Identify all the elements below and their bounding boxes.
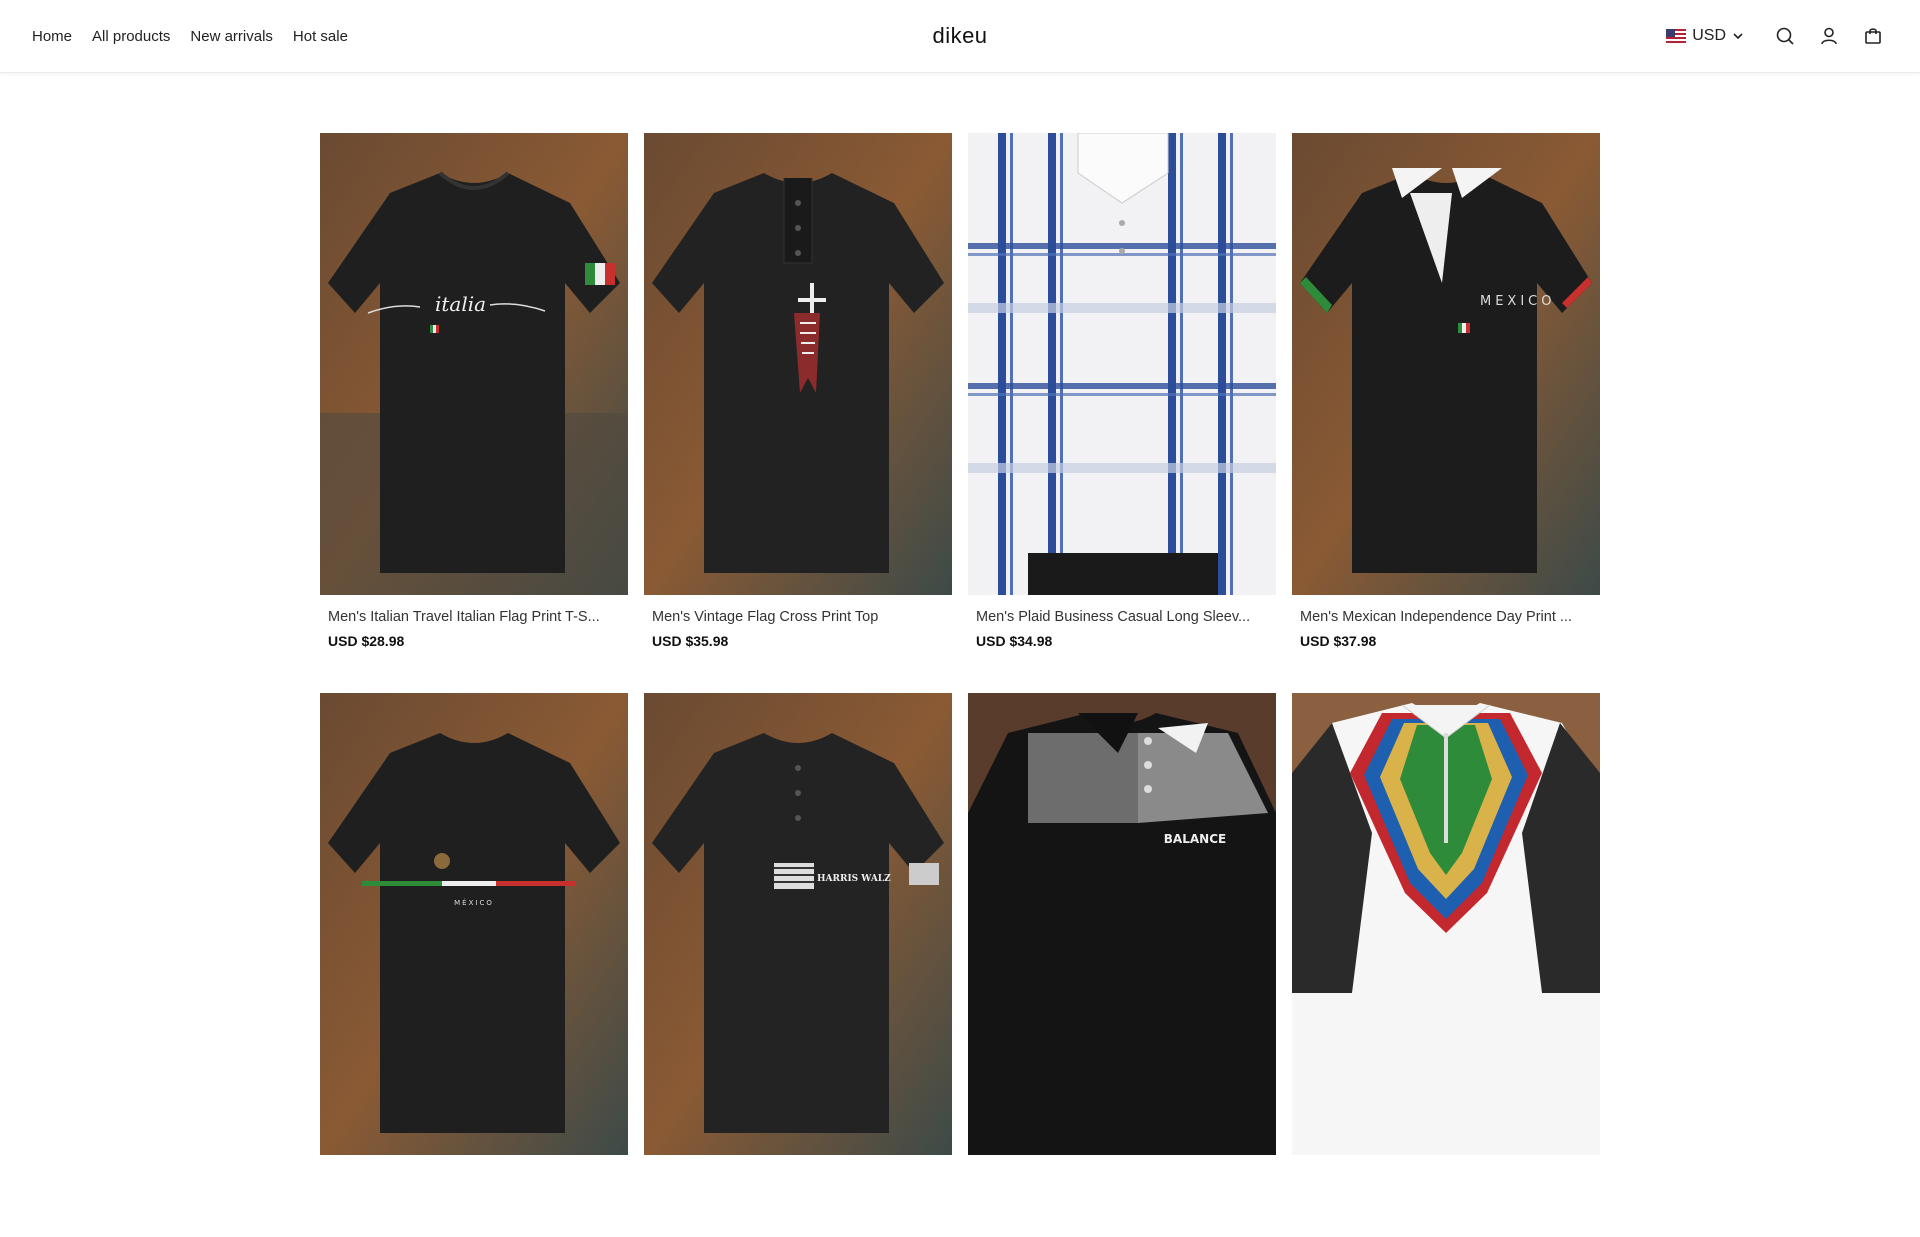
account-icon <box>1821 27 1837 45</box>
product-title[interactable]: Men's Mexican Independence Day Print ... <box>1300 607 1592 627</box>
product-price: USD $34.98 <box>976 633 1053 649</box>
print-text: HARRIS WALZ <box>817 874 891 884</box>
mexico-tshirt-image: MÉXICO <box>320 693 628 1155</box>
black-tshirt-italia-image: italia <box>320 133 628 595</box>
plaid-polo-image <box>968 133 1276 595</box>
product-info <box>968 1155 1276 1237</box>
chevron-down-icon <box>1733 33 1743 40</box>
product-title[interactable]: Men's Italian Travel Italian Flag Print … <box>328 607 620 627</box>
cart-icon <box>1865 28 1881 44</box>
product-image[interactable]: BALANCE <box>968 693 1276 1155</box>
us-flag-icon <box>1666 29 1687 43</box>
site-header: Home All products New arrivals Hot sale … <box>0 0 1920 73</box>
product-card[interactable]: italia Men's Italian Travel Italian Flag… <box>320 133 628 677</box>
product-info <box>644 1155 952 1237</box>
print-text: MEXICO <box>1480 294 1555 309</box>
currency-label: USD <box>1692 27 1726 44</box>
print-text: italia <box>435 292 486 316</box>
nav-all-products[interactable]: All products <box>92 28 170 45</box>
product-card[interactable] <box>1292 693 1600 1237</box>
print-text: BALANCE <box>1164 832 1226 846</box>
product-price: USD $28.98 <box>328 633 405 649</box>
search-button[interactable] <box>1774 25 1796 47</box>
dashiki-polo-image <box>1292 693 1600 1155</box>
product-info <box>320 1155 628 1237</box>
product-image[interactable] <box>644 133 952 595</box>
header-tools: USD <box>1666 0 1884 72</box>
product-info <box>1292 1155 1600 1237</box>
nav-hot-sale[interactable]: Hot sale <box>293 28 348 45</box>
product-image[interactable] <box>1292 693 1600 1155</box>
product-image[interactable] <box>968 133 1276 595</box>
product-card[interactable]: Men's Vintage Flag Cross Print Top USD $… <box>644 133 952 677</box>
product-card[interactable]: MEXICO Men's Mexican Independence Day Pr… <box>1292 133 1600 677</box>
product-title[interactable]: Men's Plaid Business Casual Long Sleev..… <box>976 607 1268 627</box>
balance-polo-image: BALANCE <box>968 693 1276 1155</box>
account-button[interactable] <box>1818 25 1840 47</box>
product-info: Men's Vintage Flag Cross Print Top USD $… <box>644 595 952 677</box>
mexico-polo-image: MEXICO <box>1292 133 1600 595</box>
product-card[interactable]: BALANCE <box>968 693 1276 1237</box>
product-price: USD $37.98 <box>1300 633 1377 649</box>
product-card[interactable]: Men's Plaid Business Casual Long Sleev..… <box>968 133 1276 677</box>
product-image[interactable]: HARRIS WALZ <box>644 693 952 1155</box>
product-info: Men's Plaid Business Casual Long Sleev..… <box>968 595 1276 677</box>
product-grid: italia Men's Italian Travel Italian Flag… <box>320 133 1600 1237</box>
product-info: Men's Mexican Independence Day Print ...… <box>1292 595 1600 677</box>
harris-walz-henley-image: HARRIS WALZ <box>644 693 952 1155</box>
product-title[interactable]: Men's Vintage Flag Cross Print Top <box>652 607 944 627</box>
black-henley-cross-image <box>644 133 952 595</box>
nav-new-arrivals[interactable]: New arrivals <box>190 28 273 45</box>
print-text: MÉXICO <box>454 898 494 907</box>
product-image[interactable]: MÉXICO <box>320 693 628 1155</box>
currency-selector[interactable]: USD <box>1666 27 1744 45</box>
brand-logo[interactable]: dikeu <box>932 23 987 49</box>
product-card[interactable]: HARRIS WALZ <box>644 693 952 1237</box>
nav-home[interactable]: Home <box>32 28 72 45</box>
product-image[interactable]: italia <box>320 133 628 595</box>
product-card[interactable]: MÉXICO <box>320 693 628 1237</box>
main-nav: Home All products New arrivals Hot sale <box>32 0 348 72</box>
product-price: USD $35.98 <box>652 633 729 649</box>
search-icon <box>1776 27 1794 45</box>
product-image[interactable]: MEXICO <box>1292 133 1600 595</box>
product-info: Men's Italian Travel Italian Flag Print … <box>320 595 628 677</box>
cart-button[interactable] <box>1862 25 1884 47</box>
